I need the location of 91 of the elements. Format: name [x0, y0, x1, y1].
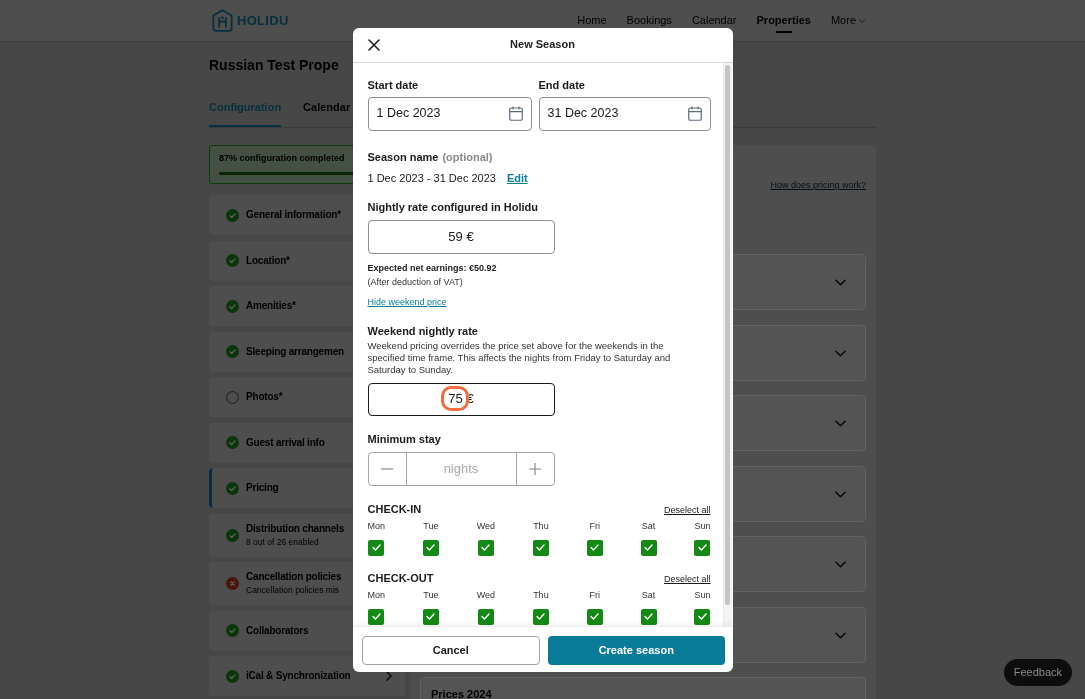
close-icon: [367, 38, 380, 51]
sidebar-item-subtitle: 8 out of 26 enabled: [246, 535, 319, 549]
checkbox[interactable]: [586, 539, 603, 556]
day-label: Wed: [476, 588, 496, 601]
day-label: Fri: [589, 588, 600, 601]
feedback-button[interactable]: Feedback: [1003, 659, 1072, 686]
checkbox[interactable]: [477, 608, 494, 625]
sidebar-item-label: Guest arrival info: [246, 435, 325, 450]
check-icon: [590, 544, 600, 551]
checkbox[interactable]: [368, 539, 385, 556]
section-title: Prices 2024: [431, 687, 492, 699]
calendar-icon: [687, 106, 702, 121]
sidebar-item-label: Location*: [246, 253, 290, 268]
checkbox[interactable]: [694, 539, 711, 556]
property-title: Russian Test Prope: [209, 57, 339, 74]
sidebar-item-label: Pricing: [246, 481, 279, 495]
checkbox[interactable]: [694, 608, 711, 625]
check-icon: [371, 544, 381, 551]
day-label: Sun: [694, 519, 711, 532]
day-label: Thu: [533, 519, 549, 532]
calendar-icon: [508, 106, 523, 121]
check-icon: [371, 613, 381, 620]
check-icon: [697, 613, 707, 620]
sidebar-item-label: Distribution channels: [246, 521, 345, 536]
start-date-field[interactable]: 1 Dec 2023: [367, 96, 532, 131]
check-icon: [644, 613, 654, 620]
deselect-all-link[interactable]: Deselect all: [663, 572, 711, 585]
sidebar-item-label: Cancellation policies: [246, 570, 342, 584]
checkbox[interactable]: [586, 608, 603, 625]
sidebar-item-label: Sleeping arrangemen: [246, 344, 344, 359]
check-icon: [644, 544, 654, 551]
logo-text: HOLIDU: [237, 11, 289, 30]
checkbox[interactable]: [640, 608, 657, 625]
nightly-rate-field[interactable]: 59 €: [367, 219, 555, 254]
nav-link[interactable]: Properties: [756, 10, 811, 33]
day-label: Wed: [476, 519, 496, 532]
create-season-button[interactable]: Create season: [548, 635, 725, 665]
day-label: Fri: [589, 519, 600, 532]
check-icon: [481, 544, 491, 551]
check-icon: [590, 613, 600, 620]
sidebar-item-label: Amenities*: [246, 299, 296, 313]
sidebar-item-label: Photos*: [246, 390, 283, 404]
chevron-down-icon: [859, 19, 865, 23]
check-icon: [481, 613, 491, 620]
dialog-title: New Season: [510, 37, 575, 53]
check-icon: [426, 613, 436, 620]
day-label: Mon: [367, 588, 385, 601]
checkbox[interactable]: [422, 608, 439, 625]
plus-icon: [529, 462, 541, 475]
checkbox[interactable]: [477, 539, 494, 556]
day-label: Sun: [694, 588, 711, 601]
check-icon: [697, 544, 707, 551]
day-label: Tue: [423, 519, 439, 532]
minus-icon: [381, 467, 393, 470]
day-label: Thu: [533, 588, 549, 601]
sidebar-item[interactable]: iCal & Synchronization: [209, 656, 405, 696]
sidebar-item-label: iCal & Synchronization: [246, 669, 351, 683]
check-icon: [426, 544, 436, 551]
nights-field[interactable]: nights: [406, 452, 516, 485]
field-label: Season name: [367, 149, 439, 164]
check-icon: [536, 544, 546, 551]
progress-label: 87% configuration completed: [219, 153, 345, 164]
checkbox[interactable]: [532, 539, 549, 556]
field-label: End date: [538, 77, 586, 92]
cancel-button[interactable]: Cancel: [361, 635, 540, 665]
optional-hint: (optional): [442, 149, 493, 164]
edit-link[interactable]: Edit: [506, 170, 528, 185]
scrollbar-thumb[interactable]: [725, 64, 730, 605]
checkbox[interactable]: [368, 608, 385, 625]
nav-link[interactable]: More: [830, 10, 865, 33]
checkbox[interactable]: [532, 608, 549, 625]
tab[interactable]: Calendar: [303, 94, 351, 127]
help-link[interactable]: How does pricing work?: [770, 179, 866, 191]
day-label: Sat: [641, 588, 656, 601]
sidebar-item-label: Collaborators: [246, 623, 309, 638]
field-label: Start date: [367, 77, 420, 92]
day-label: Tue: [423, 588, 439, 601]
tab[interactable]: Configuration: [209, 94, 282, 127]
house-logo-icon: [212, 9, 233, 32]
end-date-field[interactable]: 31 Dec 2023: [538, 96, 711, 131]
close-button[interactable]: [367, 38, 380, 51]
checkbox[interactable]: [422, 539, 439, 556]
pricing-section-card[interactable]: Prices 2024: [420, 677, 866, 699]
sidebar-item-label: General information*: [246, 208, 341, 222]
check-icon: [536, 613, 546, 620]
day-label: Sat: [641, 519, 656, 532]
deselect-all-link[interactable]: Deselect all: [663, 503, 711, 516]
sidebar-item-subtitle: Cancellation policies mis: [246, 584, 340, 597]
checkbox[interactable]: [640, 539, 657, 556]
season-name-value: 1 Dec 2023 - 31 Dec 2023: [367, 170, 496, 185]
day-label: Mon: [367, 519, 385, 532]
